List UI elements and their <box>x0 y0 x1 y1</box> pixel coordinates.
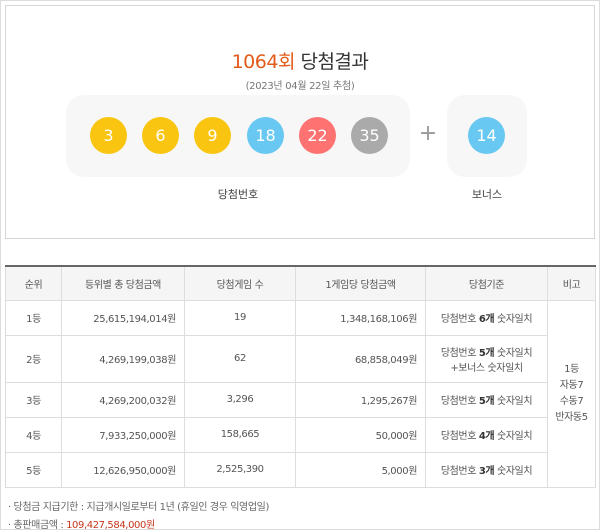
table-header-row: 순위 등위별 총 당첨금액 당첨게임 수 1게임당 당첨금액 당첨기준 비고 <box>5 265 596 301</box>
total-prize-cell: 4,269,199,038원 <box>61 334 185 383</box>
criteria-cell: 당첨번호 5개 숫자일치 <box>425 381 548 418</box>
winning-numbers-box: 3 6 9 18 22 35 <box>66 95 410 177</box>
criteria-bonus-text: +보너스 숫자일치 <box>450 362 523 374</box>
criteria-text: 당첨번호 <box>440 347 479 359</box>
draw-date: (2023년 04월 22일 추첨) <box>245 81 355 92</box>
bonus-label: 보너스 <box>471 188 503 201</box>
number-ball: 9 <box>194 117 231 154</box>
bonus-ball: 14 <box>468 117 505 154</box>
games-cell: 62 <box>184 334 296 383</box>
note-line: 자동7 <box>559 379 584 391</box>
games-cell: 158,665 <box>184 416 296 453</box>
page-title: 1064회 당첨결과 <box>6 47 594 74</box>
header-games: 당첨게임 수 <box>184 265 296 301</box>
games-cell: 3,296 <box>184 381 296 418</box>
header-rank: 순위 <box>5 265 62 301</box>
number-ball: 3 <box>90 117 127 154</box>
note-line: 수동7 <box>559 395 584 407</box>
number-ball: 35 <box>351 117 388 154</box>
title-suffix: 당첨결과 <box>294 51 369 73</box>
per-game-cell: 50,000원 <box>295 416 426 453</box>
criteria-count: 5개 <box>478 396 495 407</box>
rank-cell: 3등 <box>5 381 62 418</box>
note-cell: 1등 자동7 수동7 반자동5 <box>547 299 596 488</box>
total-prize-cell: 12,626,950,000원 <box>61 451 185 488</box>
criteria-count: 4개 <box>478 431 495 442</box>
total-prize-cell: 4,269,200,032원 <box>61 381 185 418</box>
criteria-cell: 당첨번호 3개 숫자일치 <box>425 451 548 488</box>
criteria-text: 당첨번호 <box>440 466 479 477</box>
criteria-text: 당첨번호 <box>440 314 479 325</box>
header-note: 비고 <box>547 265 596 301</box>
total-prize-cell: 25,615,194,014원 <box>61 299 185 336</box>
number-ball: 18 <box>247 117 284 154</box>
per-game-cell: 1,348,168,106원 <box>295 299 426 336</box>
per-game-cell: 68,858,049원 <box>295 334 426 383</box>
criteria-cell: 당첨번호 5개 숫자일치 +보너스 숫자일치 <box>425 334 548 383</box>
criteria-count: 5개 <box>478 347 495 359</box>
note-line: 반자동5 <box>555 411 588 423</box>
total-prize-cell: 7,933,250,000원 <box>61 416 185 453</box>
rank-cell: 4등 <box>5 416 62 453</box>
criteria-cell: 당첨번호 4개 숫자일치 <box>425 416 548 453</box>
prize-table: 순위 등위별 총 당첨금액 당첨게임 수 1게임당 당첨금액 당첨기준 비고 1… <box>5 265 596 488</box>
criteria-text: 숫자일치 <box>494 431 533 442</box>
criteria-cell: 당첨번호 6개 숫자일치 <box>425 299 548 336</box>
per-game-cell: 1,295,267원 <box>295 381 426 418</box>
note-line: 1등 <box>564 363 579 375</box>
number-ball: 6 <box>142 117 179 154</box>
claim-period-note: · 당첨금 지급기한 : 지급개시일로부터 1년 (휴일인 경우 익영업일) <box>8 502 269 513</box>
rank-cell: 1등 <box>5 299 62 336</box>
round-number: 1064회 <box>231 51 296 73</box>
bonus-number-box: 14 <box>447 95 527 177</box>
table-row: 3등 4,269,200,032원 3,296 1,295,267원 당첨번호 … <box>5 381 596 418</box>
criteria-text: 숫자일치 <box>494 314 533 325</box>
plus-icon: + <box>418 121 438 146</box>
games-cell: 19 <box>184 299 296 336</box>
total-sales-label: · 총판매금액 : <box>8 520 67 530</box>
criteria-text: 당첨번호 <box>440 431 479 442</box>
total-sales-note: · 총판매금액 : 109,427,584,000원 <box>8 516 155 530</box>
number-ball: 22 <box>299 117 336 154</box>
table-row: 5등 12,626,950,000원 2,525,390 5,000원 당첨번호… <box>5 451 596 488</box>
criteria-text: 숫자일치 <box>494 347 533 359</box>
table-row: 1등 25,615,194,014원 19 1,348,168,106원 당첨번… <box>5 299 596 488</box>
header-total: 등위별 총 당첨금액 <box>61 265 185 301</box>
criteria-count: 6개 <box>478 314 495 325</box>
table-row: 2등 4,269,199,038원 62 68,858,049원 당첨번호 5개… <box>5 334 596 383</box>
games-cell: 2,525,390 <box>184 451 296 488</box>
winning-numbers-label: 당첨번호 <box>217 188 259 201</box>
header-per-game: 1게임당 당첨금액 <box>295 265 426 301</box>
criteria-text: 당첨번호 <box>440 396 479 407</box>
per-game-cell: 5,000원 <box>295 451 426 488</box>
table-row: 4등 7,933,250,000원 158,665 50,000원 당첨번호 4… <box>5 416 596 453</box>
criteria-text: 숫자일치 <box>494 466 533 477</box>
criteria-count: 3개 <box>478 466 495 477</box>
header-criteria: 당첨기준 <box>425 265 548 301</box>
criteria-text: 숫자일치 <box>494 396 533 407</box>
rank-cell: 2등 <box>5 334 62 383</box>
total-sales-value: 109,427,584,000원 <box>66 520 155 530</box>
rank-cell: 5등 <box>5 451 62 488</box>
